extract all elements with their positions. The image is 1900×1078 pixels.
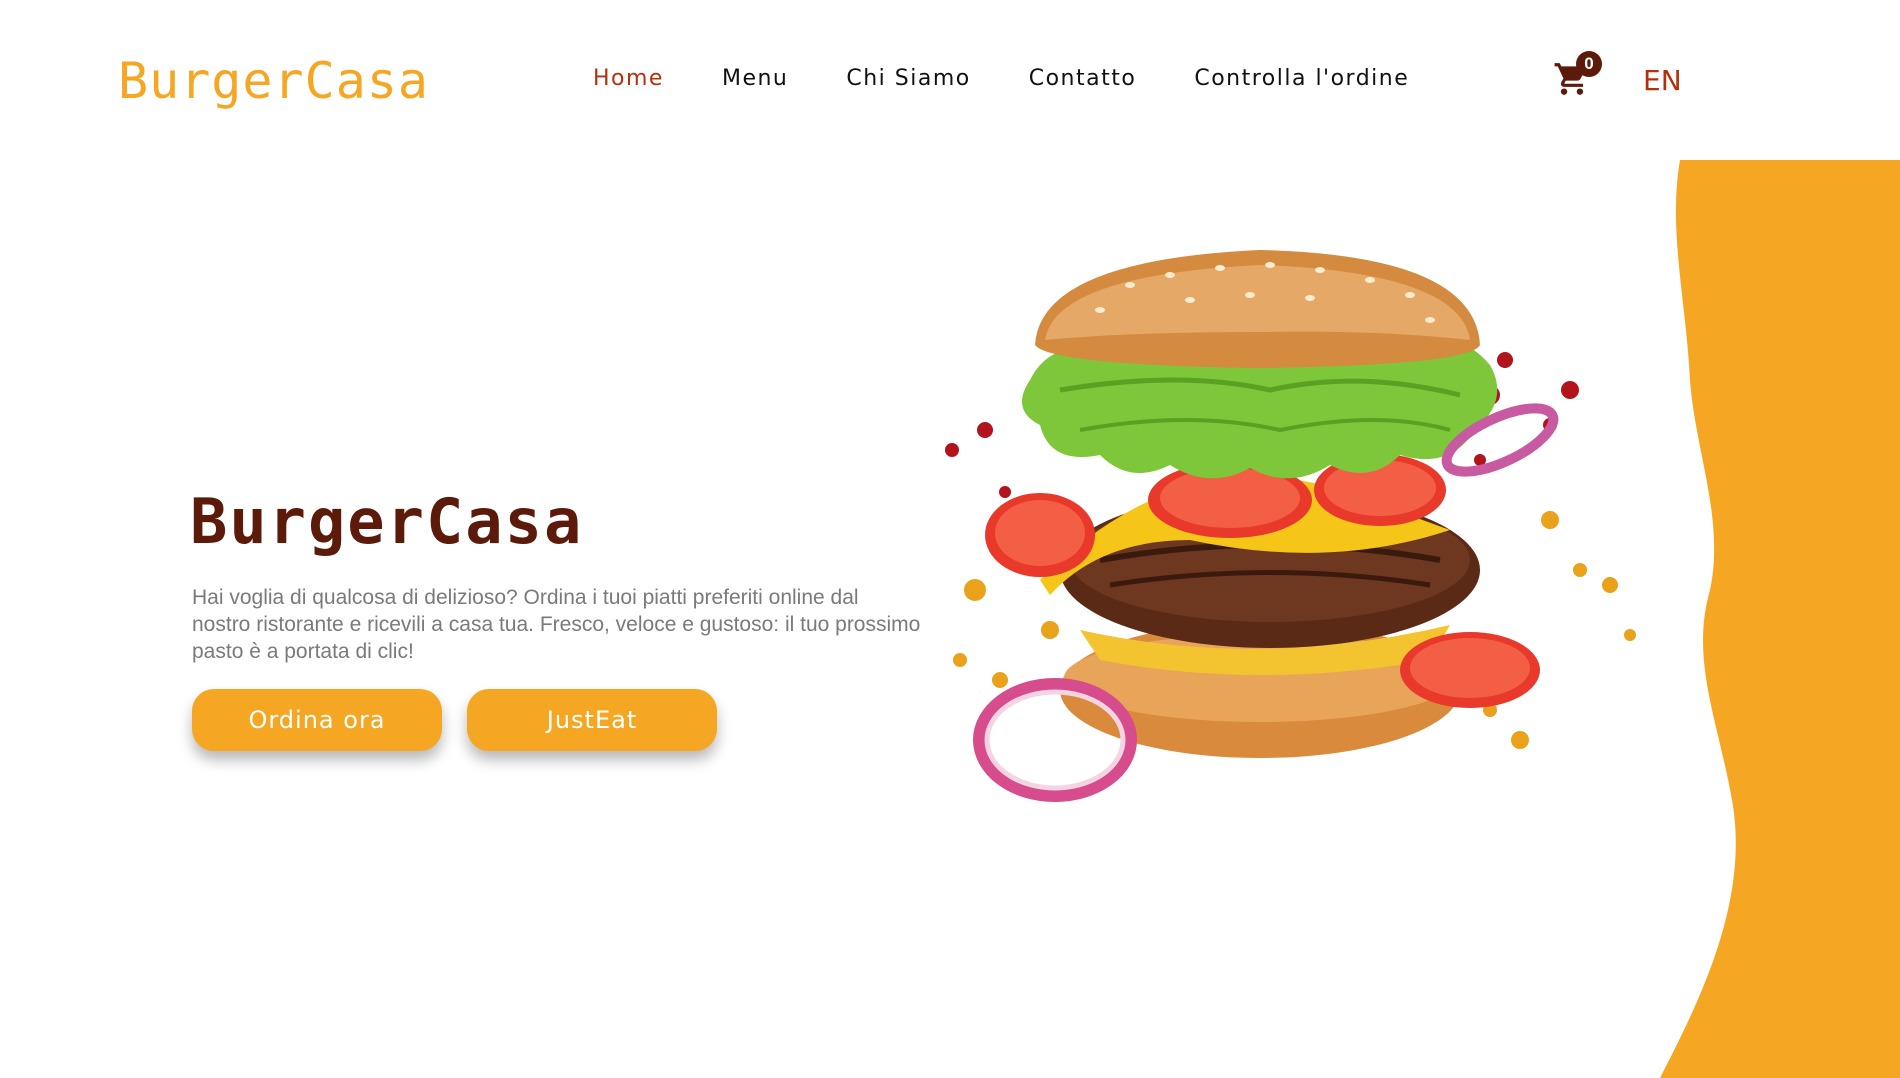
main-nav: Home Menu Chi Siamo Contatto Controlla l…: [593, 66, 1409, 91]
cart-count-badge: 0: [1576, 51, 1602, 77]
nav-contatto[interactable]: Contatto: [1029, 66, 1137, 91]
landing-page: BurgerCasa Home Menu Chi Siamo Contatto …: [0, 0, 1900, 1078]
hero-title: BurgerCasa: [190, 485, 584, 558]
logo[interactable]: BurgerCasa: [118, 52, 429, 110]
nav-controlla-ordine[interactable]: Controlla l'ordine: [1194, 66, 1409, 91]
burger-illustration: [945, 250, 1636, 802]
hero-description: Hai voglia di qualcosa di delizioso? Ord…: [192, 586, 921, 663]
nav-chi-siamo[interactable]: Chi Siamo: [846, 66, 970, 91]
cart-button[interactable]: 0: [1553, 51, 1602, 100]
language-switch[interactable]: EN: [1643, 64, 1682, 97]
order-now-button[interactable]: Ordina ora: [192, 689, 442, 751]
justeat-button[interactable]: JustEat: [467, 689, 717, 751]
nav-home[interactable]: Home: [593, 66, 664, 91]
nav-menu[interactable]: Menu: [722, 66, 788, 91]
